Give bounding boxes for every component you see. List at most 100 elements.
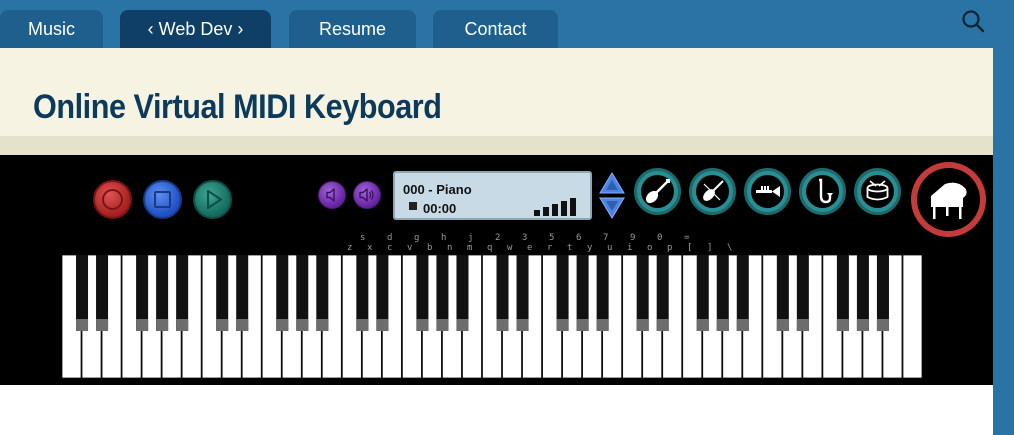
- black-key-tip: [656, 319, 669, 331]
- speaker-low-icon: [326, 188, 335, 202]
- key-hint: y: [587, 243, 593, 253]
- key-hint: j: [468, 233, 474, 243]
- black-key-tip: [236, 319, 249, 331]
- key-hint: e: [527, 243, 533, 253]
- key-hint: h: [441, 233, 447, 243]
- black-key-tip: [556, 319, 569, 331]
- black-key-tip: [296, 319, 309, 331]
- patch-up-arrow[interactable]: [599, 172, 625, 194]
- instrument-saxophone-button[interactable]: [799, 168, 846, 215]
- key-hint: 5: [549, 233, 555, 243]
- instrument-drum-button[interactable]: [854, 168, 901, 215]
- key-labels-upper: s d g h j 2 3 5 6 7 9 0 =: [360, 233, 711, 243]
- key-hint: r: [547, 243, 553, 253]
- black-key-tip: [416, 319, 429, 331]
- key-hint: v: [407, 243, 413, 253]
- black-key-tip: [716, 319, 729, 331]
- volume-up-button[interactable]: [353, 181, 381, 209]
- drum-icon: [866, 180, 889, 201]
- volume-bar: [561, 201, 567, 216]
- key-hint: c: [387, 243, 393, 253]
- black-key-tip: [736, 319, 749, 331]
- key-hint: d: [387, 233, 393, 243]
- black-key-tip: [496, 319, 509, 331]
- black-key-tip: [836, 319, 849, 331]
- black-key-tip: [96, 319, 109, 331]
- black-key-tip: [516, 319, 529, 331]
- key-hint: =: [684, 233, 690, 243]
- tab-web-dev[interactable]: ‹ Web Dev ›: [120, 10, 271, 48]
- instrument-guitar-button[interactable]: [634, 168, 681, 215]
- black-key-tip: [176, 319, 189, 331]
- key-hint: t: [567, 243, 573, 253]
- key-hint: 7: [603, 233, 609, 243]
- key-hint: u: [607, 243, 613, 253]
- stop-button[interactable]: [143, 180, 182, 219]
- black-key-tip: [376, 319, 389, 331]
- key-hint: s: [360, 233, 366, 243]
- black-key-tip: [76, 319, 89, 331]
- speaker-high-icon: [359, 188, 374, 202]
- trumpet-icon: [756, 186, 780, 197]
- guitar-icon: [645, 179, 670, 204]
- volume-bar: [543, 207, 549, 216]
- search-icon: [962, 10, 985, 33]
- black-key-tip: [136, 319, 149, 331]
- player-display: 000 - Piano 00:00: [393, 171, 592, 220]
- black-key-tip: [456, 319, 469, 331]
- black-key-tip: [216, 319, 229, 331]
- black-key-tip: [276, 319, 289, 331]
- volume-down-button[interactable]: [318, 181, 346, 209]
- saxophone-icon: [819, 178, 833, 204]
- play-button[interactable]: [193, 180, 232, 219]
- key-hint: z: [347, 243, 353, 253]
- play-icon: [206, 189, 223, 210]
- patch-select-arrows[interactable]: [597, 171, 627, 221]
- key-hint: m: [467, 243, 473, 253]
- black-key-tip: [776, 319, 789, 331]
- patch-name: 000 - Piano: [403, 182, 472, 197]
- black-key-tip: [696, 319, 709, 331]
- page-title: Online Virtual MIDI Keyboard: [33, 88, 442, 126]
- key-hint: 3: [522, 233, 528, 243]
- tab-resume[interactable]: Resume: [289, 10, 416, 48]
- piano-keyboard[interactable]: [62, 255, 923, 379]
- black-key-tip: [856, 319, 869, 331]
- volume-bar: [570, 198, 576, 216]
- instrument-violin-button[interactable]: [689, 168, 736, 215]
- black-key-tip: [156, 319, 169, 331]
- volume-level-meter: [534, 198, 576, 216]
- black-key-tip: [316, 319, 329, 331]
- key-hint: w: [507, 243, 513, 253]
- instrument-piano-button[interactable]: [911, 162, 986, 237]
- black-key-tip: [876, 319, 889, 331]
- key-hint: n: [447, 243, 453, 253]
- key-hint: i: [627, 243, 633, 253]
- page-scrollbar[interactable]: [993, 48, 1014, 435]
- volume-bar: [534, 210, 540, 216]
- key-hint: 9: [630, 233, 636, 243]
- key-hint: x: [367, 243, 373, 253]
- key-hint: g: [414, 233, 420, 243]
- status-stop-icon: [409, 202, 417, 210]
- title-divider: [0, 136, 993, 155]
- key-hint: q: [487, 243, 493, 253]
- patch-down-arrow[interactable]: [599, 197, 625, 219]
- black-key-tip: [576, 319, 589, 331]
- record-icon: [102, 189, 123, 210]
- record-button[interactable]: [93, 180, 132, 219]
- search-button[interactable]: [960, 8, 988, 36]
- instrument-trumpet-button[interactable]: [744, 168, 791, 215]
- tab-contact[interactable]: Contact: [433, 10, 558, 48]
- key-hint: b: [427, 243, 433, 253]
- black-key-tip: [596, 319, 609, 331]
- key-hint: o: [647, 243, 653, 253]
- volume-bar: [552, 204, 558, 216]
- tab-music[interactable]: Music: [0, 10, 103, 48]
- key-labels-lower: z x c v b n m q w e r t y u i o p [] \: [347, 243, 747, 253]
- violin-icon: [703, 180, 724, 201]
- white-key[interactable]: [902, 255, 923, 379]
- grand-piano-icon: [931, 182, 967, 219]
- black-key-tip: [356, 319, 369, 331]
- black-key-tip: [636, 319, 649, 331]
